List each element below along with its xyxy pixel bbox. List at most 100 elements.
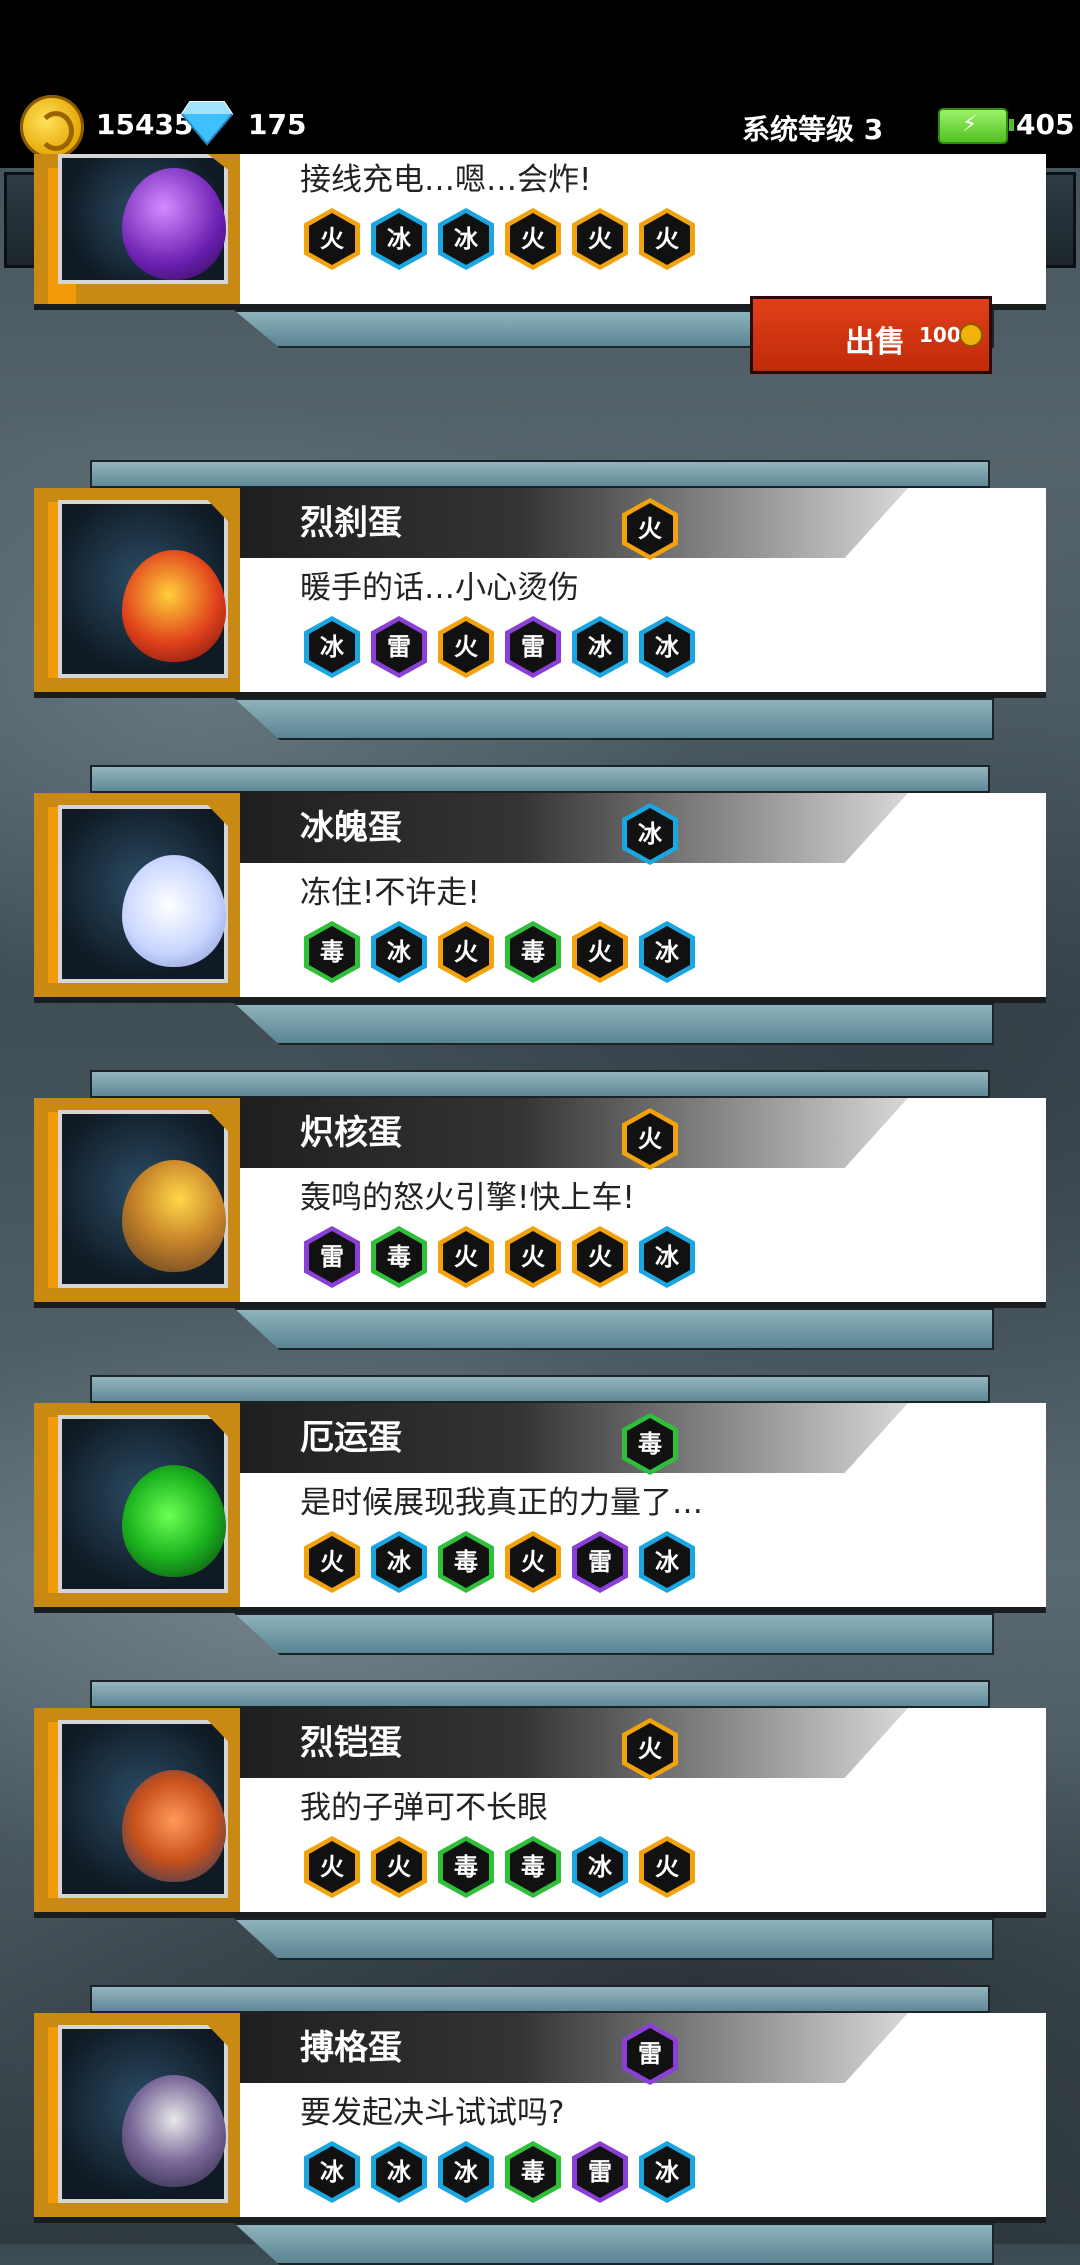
egg-card[interactable]: 接线充电…嗯…会炸! 火 冰 冰 火 火 火 bbox=[34, 154, 1046, 348]
gene-hex: 冰 bbox=[639, 1531, 695, 1593]
gene-label: 火 bbox=[521, 1548, 545, 1576]
gene-hex: 火 bbox=[304, 1836, 360, 1898]
gene-row: 冰雷火雷冰冰 bbox=[304, 616, 695, 678]
gene-hex: 火 bbox=[505, 1531, 561, 1593]
gene-label: 火 bbox=[320, 1548, 344, 1576]
gene-hex: 冰 bbox=[639, 2141, 695, 2203]
engine-core-egg-icon bbox=[122, 1160, 226, 1272]
energy-count: 405 bbox=[1016, 108, 1075, 141]
egg-description: 要发起决斗试试吗? bbox=[300, 2095, 565, 2131]
gene-label: 火 bbox=[320, 225, 344, 253]
gene-hex: 冰 bbox=[371, 921, 427, 983]
gem-count: 175 bbox=[248, 108, 307, 141]
gene-hex: 冰 bbox=[304, 2141, 360, 2203]
gene-hex: 雷 bbox=[572, 2141, 628, 2203]
egg-card[interactable]: 烈铠蛋火我的子弹可不长眼火火毒毒冰火 bbox=[34, 1680, 1046, 1960]
coin-count: 15435 bbox=[96, 108, 194, 141]
card-back-panel bbox=[90, 1375, 990, 1403]
gene-hex: 火 bbox=[438, 921, 494, 983]
gene-hex: 火 bbox=[371, 1836, 427, 1898]
gene-hex: 火 bbox=[438, 1226, 494, 1288]
egg-icon-bg bbox=[58, 805, 228, 983]
flame-claw-egg-icon bbox=[122, 550, 226, 662]
gene-label: 火 bbox=[387, 1853, 411, 1881]
egg-card[interactable]: 冰魄蛋冰冻住!不许走! 毒冰火毒火冰 bbox=[34, 765, 1046, 1045]
gene-label: 冰 bbox=[387, 2158, 411, 2186]
egg-icon-frame bbox=[34, 154, 240, 304]
gene-hex: 冰 bbox=[438, 2141, 494, 2203]
gene-label: 冰 bbox=[588, 1853, 612, 1881]
gene-hex: 火 bbox=[304, 1531, 360, 1593]
gene-hex: 冰 bbox=[639, 1226, 695, 1288]
gene-hex: 雷 bbox=[505, 616, 561, 678]
gene-hex: 毒 bbox=[304, 921, 360, 983]
gene-label: 火 bbox=[588, 225, 612, 253]
egg-name: 烈刹蛋 bbox=[300, 503, 402, 543]
gene-hex: 火 bbox=[572, 921, 628, 983]
egg-icon-bg bbox=[58, 1720, 228, 1898]
green-doom-egg-icon bbox=[122, 1465, 226, 1577]
egg-card[interactable]: 厄运蛋毒是时候展现我真正的力量了… 火冰毒火雷冰 bbox=[34, 1375, 1046, 1655]
gene-label: 火 bbox=[454, 938, 478, 966]
gene-label: 雷 bbox=[521, 633, 545, 661]
card-under-panel bbox=[234, 1918, 994, 1960]
gene-hex: 冰 bbox=[371, 208, 427, 270]
gene-hex: 毒 bbox=[505, 2141, 561, 2203]
card-back-panel bbox=[90, 1070, 990, 1098]
card-back-panel bbox=[90, 1680, 990, 1708]
card-under-panel bbox=[234, 1613, 994, 1655]
egg-icon-bg bbox=[58, 500, 228, 678]
gene-label: 冰 bbox=[655, 1548, 679, 1576]
diamond-icon bbox=[180, 101, 234, 146]
gene-label: 毒 bbox=[521, 2158, 545, 2186]
gene-row: 雷毒火火火冰 bbox=[304, 1226, 695, 1288]
sell-button[interactable]: 出售 100 bbox=[750, 296, 992, 374]
egg-name: 冰魄蛋 bbox=[300, 808, 402, 848]
gene-hex: 雷 bbox=[371, 616, 427, 678]
armored-egg-icon bbox=[122, 1770, 226, 1882]
gene-hex: 毒 bbox=[371, 1226, 427, 1288]
gene-hex: 毒 bbox=[438, 1836, 494, 1898]
gene-label: 冰 bbox=[655, 1243, 679, 1271]
gene-label: 冰 bbox=[588, 633, 612, 661]
card-back-panel bbox=[90, 460, 990, 488]
gene-hex: 火 bbox=[639, 1836, 695, 1898]
egg-icon-frame bbox=[34, 793, 240, 997]
egg-icon-frame bbox=[34, 488, 240, 692]
gene-label: 火 bbox=[454, 633, 478, 661]
egg-card[interactable]: 炽核蛋火轰鸣的怒火引擎!快上车! 雷毒火火火冰 bbox=[34, 1070, 1046, 1350]
system-level: 系统等级 3 bbox=[742, 113, 884, 146]
gene-hex: 雷 bbox=[304, 1226, 360, 1288]
gene-hex: 冰 bbox=[572, 616, 628, 678]
egg-card[interactable]: 搏格蛋雷要发起决斗试试吗? 冰冰冰毒雷冰 bbox=[34, 1985, 1046, 2265]
gene-label: 毒 bbox=[454, 1548, 478, 1576]
egg-name: 烈铠蛋 bbox=[300, 1723, 402, 1763]
egg-card[interactable]: 烈刹蛋火暖手的话…小心烫伤冰雷火雷冰冰 bbox=[34, 460, 1046, 740]
status-bar: 15435 175 系统等级 3 ⚡ 405 bbox=[0, 0, 1080, 168]
sell-label: 出售 bbox=[845, 325, 905, 360]
gene-label: 冰 bbox=[387, 938, 411, 966]
egg-icon-frame bbox=[34, 1098, 240, 1302]
egg-name: 厄运蛋 bbox=[300, 1418, 402, 1458]
gene-label: 毒 bbox=[521, 938, 545, 966]
gene-label: 毒 bbox=[387, 1243, 411, 1271]
egg-icon-frame bbox=[34, 1403, 240, 1607]
card-under-panel bbox=[234, 698, 994, 740]
gene-hex: 火 bbox=[572, 208, 628, 270]
gene-label: 毒 bbox=[521, 1853, 545, 1881]
gene-label: 雷 bbox=[588, 2158, 612, 2186]
gene-row: 火冰冰火火火 bbox=[304, 208, 695, 270]
purple-spiked-egg-icon bbox=[122, 168, 226, 280]
gene-row: 冰冰冰毒雷冰 bbox=[304, 2141, 695, 2203]
card-back-panel bbox=[90, 765, 990, 793]
egg-description: 是时候展现我真正的力量了… bbox=[300, 1485, 703, 1521]
gene-row: 火火毒毒冰火 bbox=[304, 1836, 695, 1898]
gene-hex: 冰 bbox=[572, 1836, 628, 1898]
gene-label: 火 bbox=[588, 1243, 612, 1271]
gene-label: 雷 bbox=[387, 633, 411, 661]
gene-hex: 毒 bbox=[438, 1531, 494, 1593]
egg-name: 炽核蛋 bbox=[300, 1113, 402, 1153]
gene-label: 冰 bbox=[320, 633, 344, 661]
gene-hex: 冰 bbox=[371, 1531, 427, 1593]
egg-description: 暖手的话…小心烫伤 bbox=[300, 570, 579, 606]
